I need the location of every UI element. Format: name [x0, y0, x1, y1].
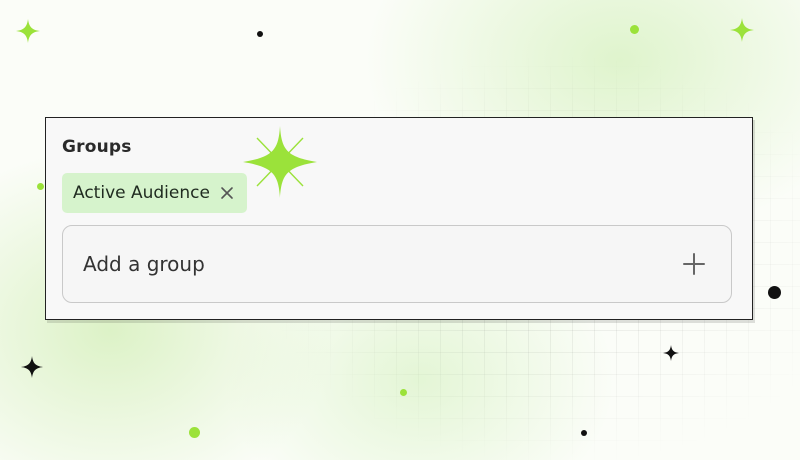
decor-dot	[37, 183, 44, 190]
sparkle-icon	[730, 18, 754, 42]
add-group-placeholder: Add a group	[83, 252, 205, 276]
decor-dot	[581, 430, 587, 436]
plus-icon[interactable]	[683, 253, 705, 275]
close-icon[interactable]	[220, 186, 234, 200]
decor-dot	[400, 389, 407, 396]
decor-dot	[257, 31, 263, 37]
decor-dot	[768, 286, 781, 299]
group-chip-label: Active Audience	[73, 183, 210, 203]
group-chip-active-audience: Active Audience	[62, 173, 247, 213]
add-group-input[interactable]: Add a group	[62, 225, 732, 303]
sparkle-icon	[663, 345, 679, 361]
groups-card: Groups Active Audience Add a group	[45, 117, 753, 320]
decor-dot	[630, 25, 639, 34]
decor-dot	[189, 427, 200, 438]
sparkle-icon	[21, 356, 43, 378]
starburst-icon	[243, 126, 317, 198]
groups-title: Groups	[62, 137, 132, 157]
sparkle-icon	[16, 19, 40, 43]
